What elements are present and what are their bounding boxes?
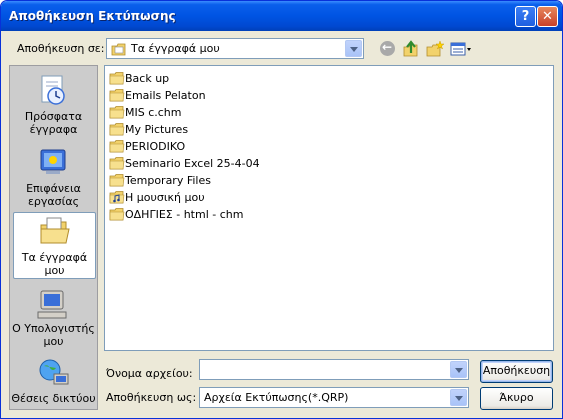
cancel-button[interactable]: Άκυρο	[480, 387, 553, 410]
file-name: ΟΔΗΓΙΕΣ - html - chm	[125, 208, 244, 221]
place-label: Τα έγγραφά μου	[21, 251, 88, 277]
save-as-type-dropdown[interactable]: Αρχεία Εκτύπωσης(*.QRP)	[199, 387, 469, 408]
my-documents-small-icon	[111, 43, 126, 56]
close-button[interactable]: ✕	[537, 6, 558, 27]
folder-icon	[109, 123, 125, 136]
place-desktop[interactable]: Επιφάνεια εργασίας	[10, 146, 97, 212]
folder-icon	[109, 72, 125, 85]
places-bar: Πρόσφατα έγγραφα Επιφάνεια εργασίας Τα έ…	[9, 65, 98, 410]
place-my-computer[interactable]: Ο Υπολογιστής μου	[10, 286, 97, 356]
title-bar[interactable]: Αποθήκευση Εκτύπωσης ? ✕	[1, 1, 562, 31]
look-in-value: Τα έγγραφά μου	[131, 42, 220, 55]
file-name: Seminario Excel 25-4-04	[125, 157, 260, 170]
place-recent-documents[interactable]: Πρόσφατα έγγραφα	[10, 72, 97, 142]
folder-icon	[109, 174, 125, 187]
place-label: Επιφάνεια εργασίας	[26, 182, 81, 208]
place-my-documents[interactable]: Τα έγγραφά μου	[13, 212, 96, 279]
help-button[interactable]: ?	[515, 6, 536, 27]
place-label: Πρόσφατα έγγραφα	[24, 110, 83, 136]
folder-icon	[109, 89, 125, 102]
chevron-down-icon[interactable]	[450, 361, 467, 378]
view-menu-icon[interactable]	[449, 39, 473, 59]
look-in-dropdown[interactable]: Τα έγγραφά μου	[106, 38, 364, 59]
file-name-input[interactable]	[199, 359, 469, 380]
look-in-label: Αποθήκευση σε:	[17, 42, 105, 55]
network-places-icon	[39, 359, 69, 385]
my-computer-icon	[37, 290, 67, 319]
folder-icon	[109, 140, 125, 153]
place-label: Θέσεις δικτύου	[11, 392, 96, 405]
back-icon[interactable]	[378, 39, 398, 59]
my-documents-icon	[40, 217, 70, 244]
file-name: Η μουσική μου	[125, 191, 205, 204]
chevron-down-icon[interactable]	[345, 40, 362, 57]
desktop-icon	[40, 149, 66, 174]
place-network[interactable]: Θέσεις δικτύου	[10, 358, 97, 408]
save-as-type-label: Αποθήκευση ως:	[106, 391, 197, 404]
new-folder-icon[interactable]	[425, 39, 445, 59]
place-label: Ο Υπολογιστής μου	[12, 322, 95, 348]
file-list[interactable]: Back up Emails Pelaton MIS c.chm My Pict…	[104, 65, 554, 351]
file-name: Back up	[125, 72, 170, 85]
file-name: Emails Pelaton	[125, 89, 206, 102]
file-name-label: Όνομα αρχείου:	[106, 367, 193, 380]
save-print-dialog: Αποθήκευση Εκτύπωσης ? ✕ Αποθήκευση σε: …	[0, 0, 563, 419]
file-name: PERIODIKO	[125, 140, 186, 153]
folder-icon	[109, 157, 125, 170]
up-folder-icon[interactable]	[401, 39, 421, 59]
recent-documents-icon	[41, 75, 65, 105]
save-as-type-value: Αρχεία Εκτύπωσης(*.QRP)	[204, 391, 349, 404]
chevron-down-icon[interactable]	[450, 389, 467, 406]
folder-icon	[109, 106, 125, 119]
save-button[interactable]: Αποθήκευση	[480, 360, 553, 383]
window-title: Αποθήκευση Εκτύπωσης	[9, 9, 176, 23]
folder-icon	[109, 208, 125, 221]
file-name: My Pictures	[125, 123, 189, 136]
file-name: Temporary Files	[125, 174, 211, 187]
file-name: MIS c.chm	[125, 106, 182, 119]
music-folder-icon	[109, 191, 125, 204]
